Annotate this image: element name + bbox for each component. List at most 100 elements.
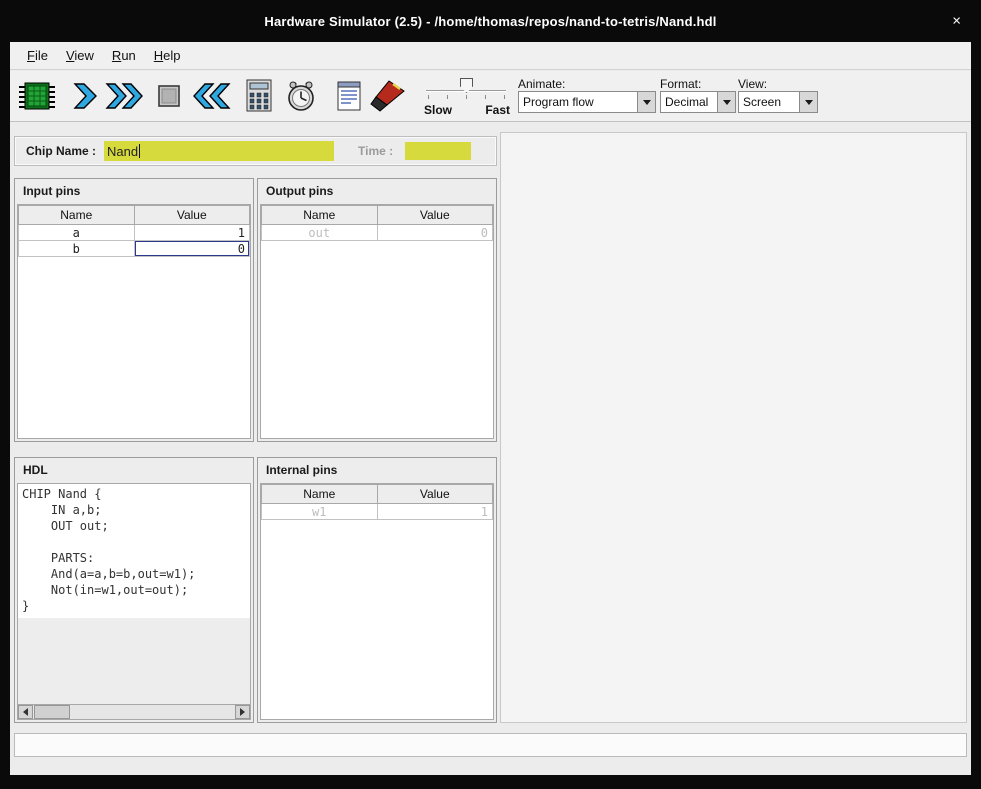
column-header-value: Value	[377, 485, 493, 504]
slider-tick	[466, 95, 467, 99]
titlebar[interactable]: Hardware Simulator (2.5) - /home/thomas/…	[0, 0, 981, 42]
scrollbar-thumb[interactable]	[34, 705, 70, 719]
view-dropdown-button[interactable]	[799, 92, 817, 112]
animate-label: Animate:	[518, 77, 565, 91]
chevron-down-icon	[643, 100, 651, 105]
internal-pins-table: Name Value w1 1	[260, 483, 494, 720]
hdl-code-line: Not(in=w1,out=out);	[22, 582, 248, 598]
run-button[interactable]	[104, 75, 146, 117]
chip-name-value: Nand	[107, 144, 138, 159]
toolbar: Slow Fast Animate: Program flow Format: …	[10, 71, 971, 122]
screen-view-area	[500, 132, 967, 723]
horizontal-scrollbar[interactable]	[18, 704, 250, 719]
arrow-left-icon	[23, 708, 28, 716]
hdl-view[interactable]: CHIP Nand { IN a,b; OUT out; PARTS: And(…	[17, 483, 251, 720]
speed-slider[interactable]: Slow Fast	[422, 73, 510, 119]
window-content: File View Run Help	[10, 42, 971, 775]
output-pins-title: Output pins	[258, 179, 496, 201]
hardware-simulator-window: Hardware Simulator (2.5) - /home/thomas/…	[0, 0, 981, 789]
input-pins-table: Name Value a 1 b 0	[17, 204, 251, 439]
scroll-left-button[interactable]	[18, 705, 33, 719]
hdl-code-line: }	[22, 598, 248, 614]
arrow-right-icon	[240, 708, 245, 716]
column-header-value: Value	[377, 206, 493, 225]
clock-button[interactable]	[280, 75, 322, 117]
view-value: Screen	[739, 92, 799, 112]
pin-name: out	[262, 225, 378, 241]
view-hdl-button[interactable]	[328, 75, 370, 117]
time-label: Time :	[358, 144, 393, 158]
pin-name[interactable]: b	[19, 241, 135, 257]
pin-value[interactable]: 1	[134, 225, 250, 241]
clear-button[interactable]	[366, 75, 408, 117]
stop-icon	[154, 81, 184, 111]
menu-file[interactable]: File	[18, 45, 57, 66]
table-row: a 1	[19, 225, 250, 241]
scroll-right-button[interactable]	[235, 705, 250, 719]
window-title: Hardware Simulator (2.5) - /home/thomas/…	[264, 14, 716, 29]
animate-dropdown[interactable]: Program flow	[518, 91, 656, 113]
menu-view[interactable]: View	[57, 45, 103, 66]
slider-tick	[428, 95, 429, 99]
single-step-button[interactable]	[64, 75, 106, 117]
text-caret	[139, 144, 140, 158]
column-header-name: Name	[262, 206, 378, 225]
menu-help[interactable]: Help	[145, 45, 190, 66]
table-row: out 0	[262, 225, 493, 241]
hdl-code-line: IN a,b;	[22, 502, 248, 518]
animate-dropdown-button[interactable]	[637, 92, 655, 112]
chip-name-bar: Chip Name : Nand Time :	[14, 136, 497, 166]
internal-pins-title: Internal pins	[258, 458, 496, 480]
input-pins-title: Input pins	[15, 179, 253, 201]
hdl-code-line: And(a=a,b=b,out=w1);	[22, 566, 248, 582]
close-button[interactable]: ×	[952, 14, 961, 29]
stop-button[interactable]	[148, 75, 190, 117]
table-row: b 0	[19, 241, 250, 257]
input-pins-panel: Input pins Name Value a 1	[14, 178, 254, 442]
pin-value: 0	[377, 225, 493, 241]
slider-tick	[447, 95, 448, 99]
slider-tick	[504, 95, 505, 99]
format-dropdown[interactable]: Decimal	[660, 91, 736, 113]
chip-name-label: Chip Name :	[26, 144, 96, 158]
table-row: w1 1	[262, 504, 493, 520]
hdl-code-line: PARTS:	[22, 550, 248, 566]
view-dropdown[interactable]: Screen	[738, 91, 818, 113]
pin-value-editing[interactable]: 0	[134, 241, 250, 257]
output-pins-table: Name Value out 0	[260, 204, 494, 439]
run-icon	[105, 81, 145, 111]
pin-name: w1	[262, 504, 378, 520]
format-value: Decimal	[661, 92, 717, 112]
single-step-icon	[70, 81, 100, 111]
view-hdl-icon	[335, 80, 363, 112]
clear-icon	[367, 79, 407, 113]
menubar: File View Run Help	[10, 42, 971, 70]
pin-value: 1	[377, 504, 493, 520]
pin-name[interactable]: a	[19, 225, 135, 241]
time-input	[405, 142, 471, 160]
hdl-code-line: OUT out;	[22, 518, 248, 534]
output-pins-panel: Output pins Name Value out 0	[257, 178, 497, 442]
reset-icon	[191, 81, 231, 111]
load-chip-button[interactable]	[16, 75, 58, 117]
column-header-name: Name	[19, 206, 135, 225]
calculator-icon	[244, 79, 274, 113]
chip-name-input[interactable]: Nand	[104, 141, 334, 161]
hdl-code: CHIP Nand { IN a,b; OUT out; PARTS: And(…	[18, 484, 250, 618]
hdl-code-line: CHIP Nand {	[22, 486, 248, 502]
chevron-down-icon	[805, 100, 813, 105]
status-bar	[14, 733, 967, 757]
format-label: Format:	[660, 77, 701, 91]
calculator-button[interactable]	[238, 75, 280, 117]
hdl-panel: HDL CHIP Nand { IN a,b; OUT out; PARTS: …	[14, 457, 254, 723]
column-header-name: Name	[262, 485, 378, 504]
menu-run[interactable]: Run	[103, 45, 145, 66]
slider-slow-label: Slow	[424, 103, 452, 117]
column-header-value: Value	[134, 206, 250, 225]
internal-pins-panel: Internal pins Name Value w1 1	[257, 457, 497, 723]
reset-button[interactable]	[190, 75, 232, 117]
format-dropdown-button[interactable]	[717, 92, 735, 112]
slider-fast-label: Fast	[485, 103, 510, 117]
hdl-title: HDL	[15, 458, 253, 480]
view-label: View:	[738, 77, 767, 91]
